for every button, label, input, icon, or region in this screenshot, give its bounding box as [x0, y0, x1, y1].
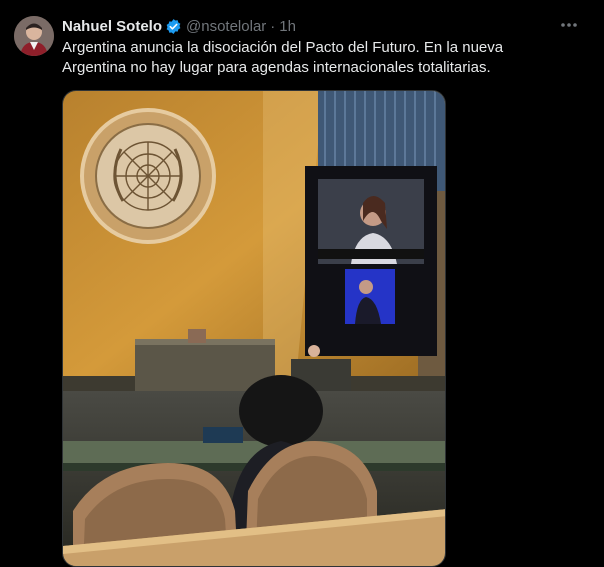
verified-badge-icon: [165, 18, 182, 35]
more-options-icon[interactable]: [556, 14, 582, 36]
timestamp[interactable]: 1h: [279, 18, 296, 35]
separator-dot: ·: [270, 17, 276, 35]
tweet-header: Nahuel Sotelo @nsotelolar · 1h: [62, 16, 296, 36]
tweet-text: Argentina anuncia la disociación del Pac…: [62, 39, 504, 76]
tweet-photo[interactable]: [62, 90, 446, 567]
user-handle[interactable]: @nsotelolar: [186, 18, 266, 35]
tweet[interactable]: Nahuel Sotelo @nsotelolar · 1h Argentina…: [0, 0, 604, 567]
display-name[interactable]: Nahuel Sotelo: [62, 18, 162, 35]
avatar[interactable]: [14, 16, 54, 56]
un-general-assembly-photo: [63, 91, 445, 566]
